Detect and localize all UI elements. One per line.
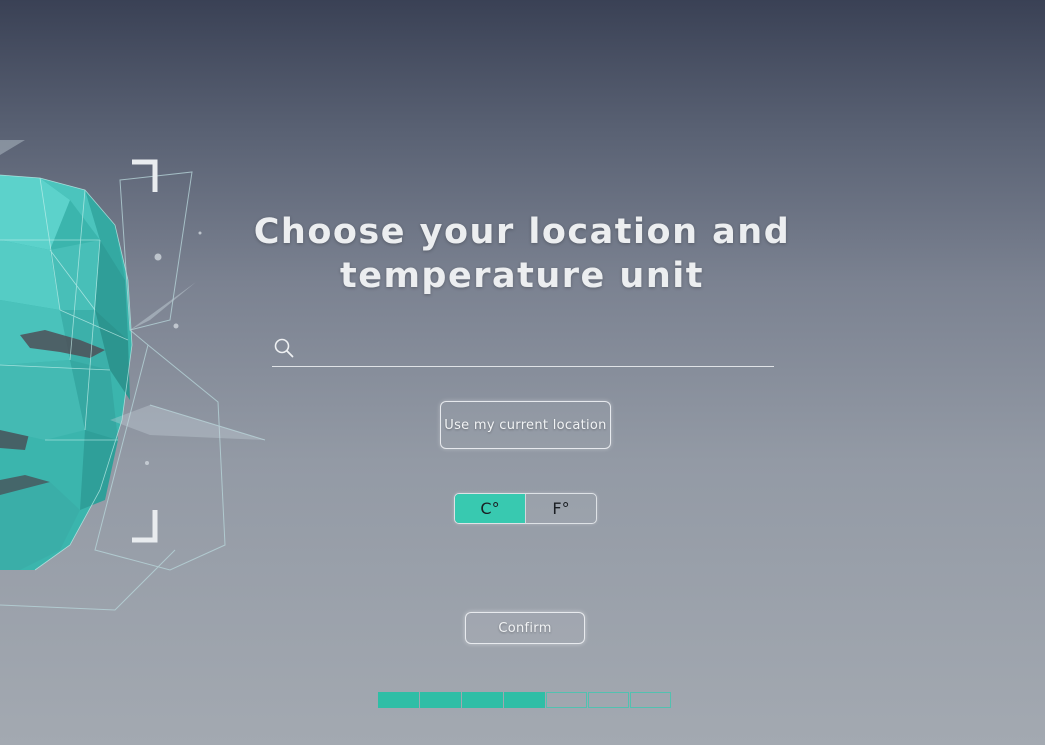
progress-segment	[420, 692, 461, 708]
page-title: Choose your location and temperature uni…	[222, 210, 822, 298]
progress-segment	[546, 692, 587, 708]
progress-segment	[630, 692, 671, 708]
onboarding-progress-bar	[378, 692, 672, 708]
progress-segment	[378, 692, 419, 708]
temperature-unit-toggle: C° F°	[454, 493, 597, 524]
fahrenheit-option[interactable]: F°	[525, 494, 596, 523]
polygon-face-illustration	[0, 140, 266, 611]
confirm-button[interactable]: Confirm	[465, 612, 585, 644]
use-current-location-button[interactable]: Use my current location	[440, 401, 611, 449]
progress-segment	[588, 692, 629, 708]
location-search-field	[272, 333, 774, 367]
progress-segment	[462, 692, 503, 708]
celsius-option[interactable]: C°	[455, 494, 525, 523]
search-input[interactable]	[304, 335, 769, 363]
progress-segment	[504, 692, 545, 708]
title-line-1: Choose your location and	[253, 212, 791, 252]
search-icon	[274, 338, 294, 358]
title-line-2: temperature unit	[339, 256, 704, 296]
location-setup-screen: Choose your location and temperature uni…	[0, 0, 1045, 745]
